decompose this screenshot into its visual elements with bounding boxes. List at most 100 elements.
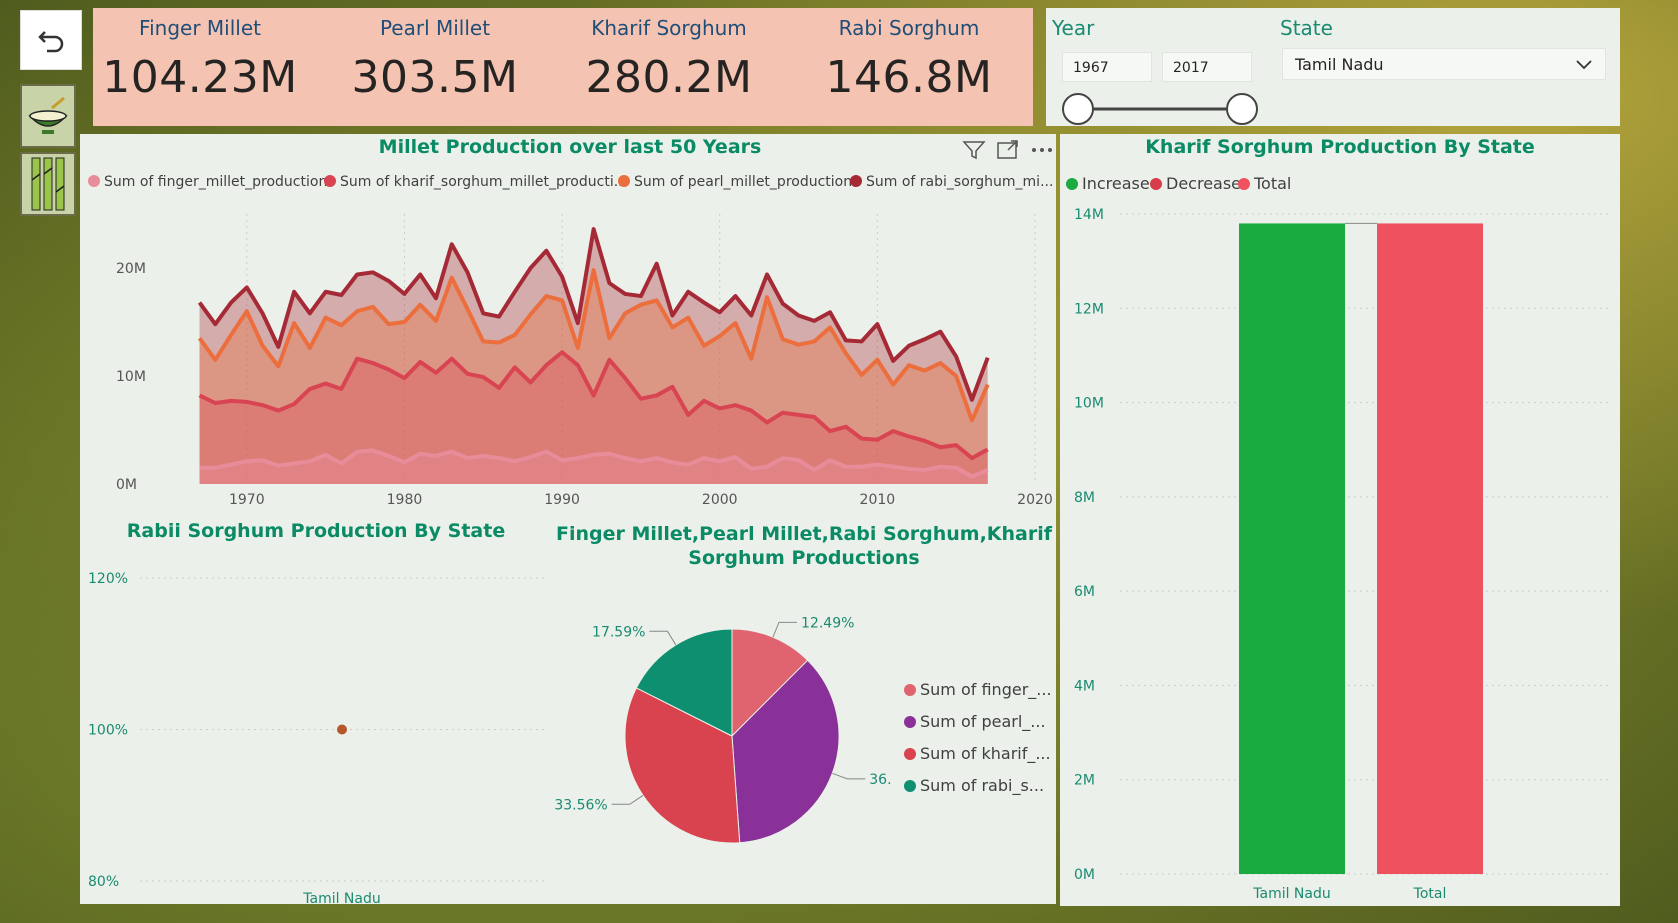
legend-label: Decrease: [1166, 174, 1242, 193]
waterfall-bar: [1377, 223, 1483, 874]
legend-label: Sum of finger_millet_production: [104, 174, 328, 190]
x-tick-label: Tamil Nadu: [1252, 886, 1331, 902]
pie-title-line2: Sorghum Productions: [688, 547, 920, 569]
year-end-input[interactable]: 2017: [1162, 52, 1252, 82]
legend-dot: [88, 175, 100, 187]
y-tick-label: 120%: [88, 571, 128, 587]
y-tick-label: 14M: [1074, 207, 1104, 223]
slider-end-handle[interactable]: [1226, 93, 1258, 125]
legend-total[interactable]: Total: [1238, 174, 1291, 193]
area-chart-svg: 1970 1980 1990 2000 2010 2020 0M 10M 20M: [116, 214, 1053, 508]
area-chart-panel: Millet Production over last 50 Years Sum…: [80, 134, 1056, 518]
back-button[interactable]: [20, 10, 82, 70]
state-dropdown[interactable]: Tamil Nadu: [1282, 48, 1606, 80]
sorghum-stalk-icon: [31, 157, 65, 211]
y-tick-label: 4M: [1074, 678, 1095, 694]
legend-rabi[interactable]: Sum of rabi_sorghum_mi...: [850, 174, 1053, 190]
legend-kharif[interactable]: Sum of kharif_sorghum_millet_producti...: [324, 174, 627, 190]
focus-mode-icon[interactable]: [995, 138, 1021, 162]
legend-label: Increase: [1082, 174, 1150, 193]
more-options-icon[interactable]: [1029, 138, 1055, 162]
kpi-label: Finger Millet: [139, 16, 261, 40]
legend-pie-finger[interactable]: Sum of finger_...: [904, 680, 1052, 699]
kpi-rabi-sorghum: Rabi Sorghum 146.8M: [799, 8, 1019, 103]
kpi-pearl-millet: Pearl Millet 303.5M: [325, 8, 545, 103]
filter-icon[interactable]: [961, 138, 987, 162]
legend-label: Sum of pearl_millet_production: [634, 174, 853, 190]
pie-chart-svg: 12.49% 36.36% 33.56% 17.59%: [554, 615, 892, 844]
legend-dot: [1150, 178, 1162, 190]
kpi-finger-millet: Finger Millet 104.23M: [90, 8, 310, 103]
kpi-label: Pearl Millet: [379, 16, 491, 40]
y-tick-label: 20M: [116, 261, 146, 277]
legend-label: Sum of kharif_sorghum_millet_producti...: [340, 174, 628, 190]
filter-slicers: Year State 1967 2017 Tamil Nadu: [1046, 8, 1620, 126]
kpi-value: 280.2M: [585, 52, 753, 103]
y-tick-label: 6M: [1074, 584, 1095, 600]
pie-leader-line: [649, 630, 677, 646]
kpi-strip: Finger Millet 104.23M Pearl Millet 303.5…: [93, 8, 1033, 126]
pie-data-label: 33.56%: [554, 797, 607, 813]
pie-leader-line: [832, 772, 866, 780]
waterfall-bar: [1239, 223, 1345, 874]
y-tick-label: 0M: [116, 477, 137, 493]
year-start-input[interactable]: 1967: [1062, 52, 1152, 82]
x-tick-label: 2020: [1017, 492, 1053, 508]
y-tick-label: 10M: [1074, 396, 1104, 412]
grain-bowl-icon: [28, 96, 68, 134]
y-tick-label: 0M: [1074, 867, 1095, 883]
x-tick-label: Tamil Nadu: [302, 891, 381, 904]
back-arrow-icon: [38, 31, 64, 53]
pie-leader-line: [772, 621, 798, 638]
waterfall-chart-svg: 0M 2M 4M 6M 8M 10M 12M 14M Tamil Nadu Total: [1074, 207, 1610, 902]
sorghum-nav-button[interactable]: [20, 152, 76, 216]
pie-chart-panel: Finger Millet,Pearl Millet,Rabi Sorghum,…: [552, 518, 1056, 904]
legend-dot: [904, 684, 916, 696]
legend-dot: [1066, 178, 1078, 190]
waterfall-chart-title: Kharif Sorghum Production By State: [1145, 136, 1535, 158]
pie-leader-line: [611, 795, 644, 805]
legend-dot: [850, 175, 862, 187]
legend-label: Sum of pearl_...: [920, 712, 1046, 731]
chevron-down-icon: [1576, 60, 1592, 70]
legend-dot: [324, 175, 336, 187]
legend-pie-kharif[interactable]: Sum of kharif_...: [904, 744, 1051, 763]
year-slicer-label: Year: [1052, 16, 1095, 40]
year-range-slider[interactable]: [1060, 92, 1260, 126]
scatter-chart-title: Rabii Sorghum Production By State: [126, 520, 506, 542]
state-slicer-label: State: [1280, 16, 1333, 40]
legend-dot: [904, 780, 916, 792]
y-tick-label: 8M: [1074, 490, 1095, 506]
pie-data-label: 12.49%: [801, 615, 854, 631]
legend-label: Total: [1254, 174, 1292, 193]
kpi-label: Kharif Sorghum: [591, 16, 747, 40]
y-tick-label: 12M: [1074, 301, 1104, 317]
pie-data-label: 17.59%: [592, 624, 645, 640]
legend-pie-pearl[interactable]: Sum of pearl_...: [904, 712, 1046, 731]
y-tick-label: 10M: [116, 369, 146, 385]
x-tick-label: 1970: [229, 492, 265, 508]
y-tick-label: 2M: [1074, 773, 1095, 789]
millet-bowl-nav-button[interactable]: [20, 84, 76, 148]
legend-label: Sum of kharif_...: [920, 744, 1051, 763]
y-tick-label: 80%: [88, 874, 119, 890]
legend-dot: [904, 748, 916, 760]
legend-pie-rabi[interactable]: Sum of rabi_s...: [904, 776, 1044, 795]
x-tick-label: 1980: [387, 492, 423, 508]
pie-title-line1: Finger Millet,Pearl Millet,Rabi Sorghum,…: [555, 523, 1053, 545]
legend-dot: [904, 716, 916, 728]
kpi-kharif-sorghum: Kharif Sorghum 280.2M: [559, 8, 779, 103]
legend-increase[interactable]: Increase: [1066, 174, 1150, 193]
scatter-chart-svg: 80% 100% 120% Tamil Nadu: [88, 571, 545, 904]
scatter-chart-panel: Rabii Sorghum Production By State 80% 100…: [80, 518, 552, 904]
slider-start-handle[interactable]: [1062, 93, 1094, 125]
legend-decrease[interactable]: Decrease: [1150, 174, 1241, 193]
pie-data-label: 36.36%: [869, 772, 892, 788]
x-tick-label: 1990: [544, 492, 580, 508]
kpi-value: 146.8M: [825, 52, 993, 103]
legend-dot: [1238, 178, 1250, 190]
legend-label: Sum of rabi_s...: [920, 776, 1045, 795]
legend-pearl[interactable]: Sum of pearl_millet_production: [618, 174, 852, 190]
legend-finger-millet[interactable]: Sum of finger_millet_production: [88, 174, 327, 190]
scatter-point: [337, 724, 347, 735]
